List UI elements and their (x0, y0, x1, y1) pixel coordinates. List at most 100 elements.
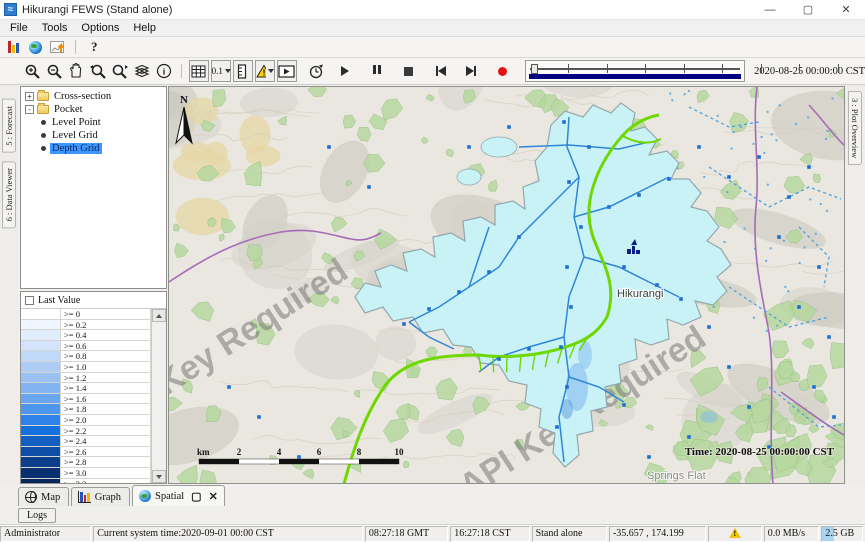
tab-close-icon[interactable]: ✕ (209, 490, 218, 503)
info-button[interactable]: i (154, 60, 174, 82)
legend-color-swatch (21, 479, 61, 484)
tree-item-cross-section[interactable]: + Cross-section (21, 90, 166, 102)
warnings-dropdown[interactable]: ! (255, 60, 275, 82)
legend-row[interactable]: >= 0 (21, 309, 151, 320)
svg-text:i: i (163, 67, 166, 77)
skip-end-icon (466, 66, 476, 76)
time-slider-track[interactable] (530, 64, 740, 73)
spatial-display-button[interactable] (26, 39, 44, 55)
animation-panel-button[interactable] (277, 60, 297, 82)
time-slider[interactable] (525, 60, 745, 82)
legend-row[interactable]: >= 3.2 (21, 479, 151, 484)
logs-button[interactable]: Logs (18, 508, 56, 523)
legend-value-label: >= 1.0 (61, 362, 151, 372)
last-value-checkbox[interactable] (25, 296, 34, 305)
pause-icon (372, 65, 382, 77)
tree-item-level-grid[interactable]: Level Grid (21, 129, 166, 141)
tree-item-depth-grid[interactable]: Depth Grid (21, 142, 166, 154)
legend-row[interactable]: >= 3.0 (21, 468, 151, 479)
grid-display-button[interactable] (189, 60, 209, 82)
bullet-icon (41, 146, 46, 151)
menu-help[interactable]: Help (126, 21, 163, 35)
pause-button[interactable] (367, 60, 387, 82)
arrow-up-icon (156, 314, 162, 318)
legend-color-swatch (21, 436, 61, 446)
contour-interval-dropdown[interactable]: 0.1 (211, 60, 231, 82)
legend-row[interactable]: >= 2.0 (21, 415, 151, 426)
legend-row[interactable]: >= 2.8 (21, 457, 151, 468)
tab-maximize-icon[interactable]: ▢ (191, 490, 201, 503)
minimize-button[interactable]: — (751, 0, 789, 19)
scale-ruler-button[interactable] (233, 60, 253, 82)
legend-row[interactable]: >= 1.6 (21, 394, 151, 405)
legend-panel: Last Value >= 0>= 0.2>= 0.4>= 0.6>= 0.8>… (20, 291, 167, 484)
layers-button[interactable] (132, 60, 152, 82)
map-viewport[interactable]: API Key Required API Key Required (168, 86, 845, 484)
maximize-button[interactable]: ▢ (789, 0, 827, 19)
tree-item-level-point[interactable]: Level Point (21, 116, 166, 128)
menu-options[interactable]: Options (74, 21, 126, 35)
legend-row[interactable]: >= 1.4 (21, 383, 151, 394)
skip-to-start-button[interactable] (431, 60, 451, 82)
skip-start-icon (436, 66, 446, 76)
explorer-button[interactable] (4, 39, 22, 55)
window-controls: — ▢ ✕ (751, 0, 865, 19)
skip-to-end-button[interactable] (461, 60, 481, 82)
bottom-tab-graph[interactable]: Graph (71, 487, 130, 506)
side-tab-plot-overview[interactable]: 3 : Plot Overview (848, 91, 862, 165)
time-slider-thumb[interactable] (531, 64, 538, 74)
play-button[interactable] (335, 60, 355, 82)
pan-button[interactable] (66, 60, 86, 82)
zoom-in-button[interactable] (22, 60, 42, 82)
tree-expander-icon[interactable]: - (25, 105, 34, 114)
legend-scrollbar[interactable] (151, 309, 166, 483)
legend-row[interactable]: >= 2.2 (21, 426, 151, 437)
legend-row[interactable]: >= 2.4 (21, 436, 151, 447)
tree-expander-icon[interactable]: + (25, 92, 34, 101)
legend-row[interactable]: >= 0.4 (21, 330, 151, 341)
legend-row[interactable]: >= 0.8 (21, 351, 151, 362)
status-warn[interactable] (708, 526, 762, 542)
run-timer-button[interactable] (307, 60, 327, 82)
legend-row[interactable]: >= 1.8 (21, 404, 151, 415)
scale-tick-label: 10 (395, 447, 405, 457)
side-tab-forecast[interactable]: 5 : Forecast (2, 99, 16, 153)
status-mode: Stand alone (532, 526, 607, 542)
zoom-previous-button[interactable] (88, 60, 108, 82)
side-tab-data-viewer[interactable]: 6 : Data Viewer (2, 161, 16, 228)
close-button[interactable]: ✕ (827, 0, 865, 19)
legend-row[interactable]: >= 1.0 (21, 362, 151, 373)
scroll-up-button[interactable] (152, 309, 166, 322)
ruler-icon (237, 64, 248, 79)
legend-row[interactable]: >= 0.2 (21, 320, 151, 331)
bottom-tab-spatial[interactable]: Spatial▢✕ (132, 485, 225, 506)
top-toolbar: ? (0, 37, 865, 58)
legend-row[interactable]: >= 1.2 (21, 373, 151, 384)
timeseries-dialog-button[interactable] (48, 39, 66, 55)
legend-row[interactable]: >= 0.6 (21, 341, 151, 352)
scroll-down-button[interactable] (152, 470, 166, 483)
legend-value-label: >= 3.2 (61, 479, 151, 484)
bottom-tab-map[interactable]: Map (18, 487, 69, 506)
tree-item-label: Cross-section (52, 91, 113, 102)
legend-row[interactable]: >= 2.6 (21, 447, 151, 458)
app-logo-icon: ≈ (4, 3, 17, 16)
zoom-out-button[interactable] (44, 60, 64, 82)
scale-tick-label: 8 (357, 447, 362, 457)
menu-file[interactable]: File (3, 21, 35, 35)
arrow-down-icon (156, 475, 162, 479)
warning-icon (729, 528, 741, 538)
record-button[interactable] (493, 60, 513, 82)
status-memory: 2.5 GB (821, 526, 863, 542)
play-icon (341, 66, 349, 76)
stop-button[interactable] (399, 60, 419, 82)
left-panel: + Cross-section-PocketLevel PointLevel Gr… (18, 85, 168, 485)
tree-item-pocket[interactable]: -Pocket (21, 103, 166, 115)
menu-tools[interactable]: Tools (35, 21, 75, 35)
status-gmt: 08:27:18 GMT (365, 526, 448, 542)
zoom-next-button[interactable] (110, 60, 130, 82)
map-canvas[interactable]: API Key Required API Key Required (169, 87, 844, 484)
help-button[interactable]: ? (85, 39, 104, 55)
logs-row: Logs (0, 506, 865, 525)
legend-value-label: >= 3.0 (61, 468, 151, 478)
